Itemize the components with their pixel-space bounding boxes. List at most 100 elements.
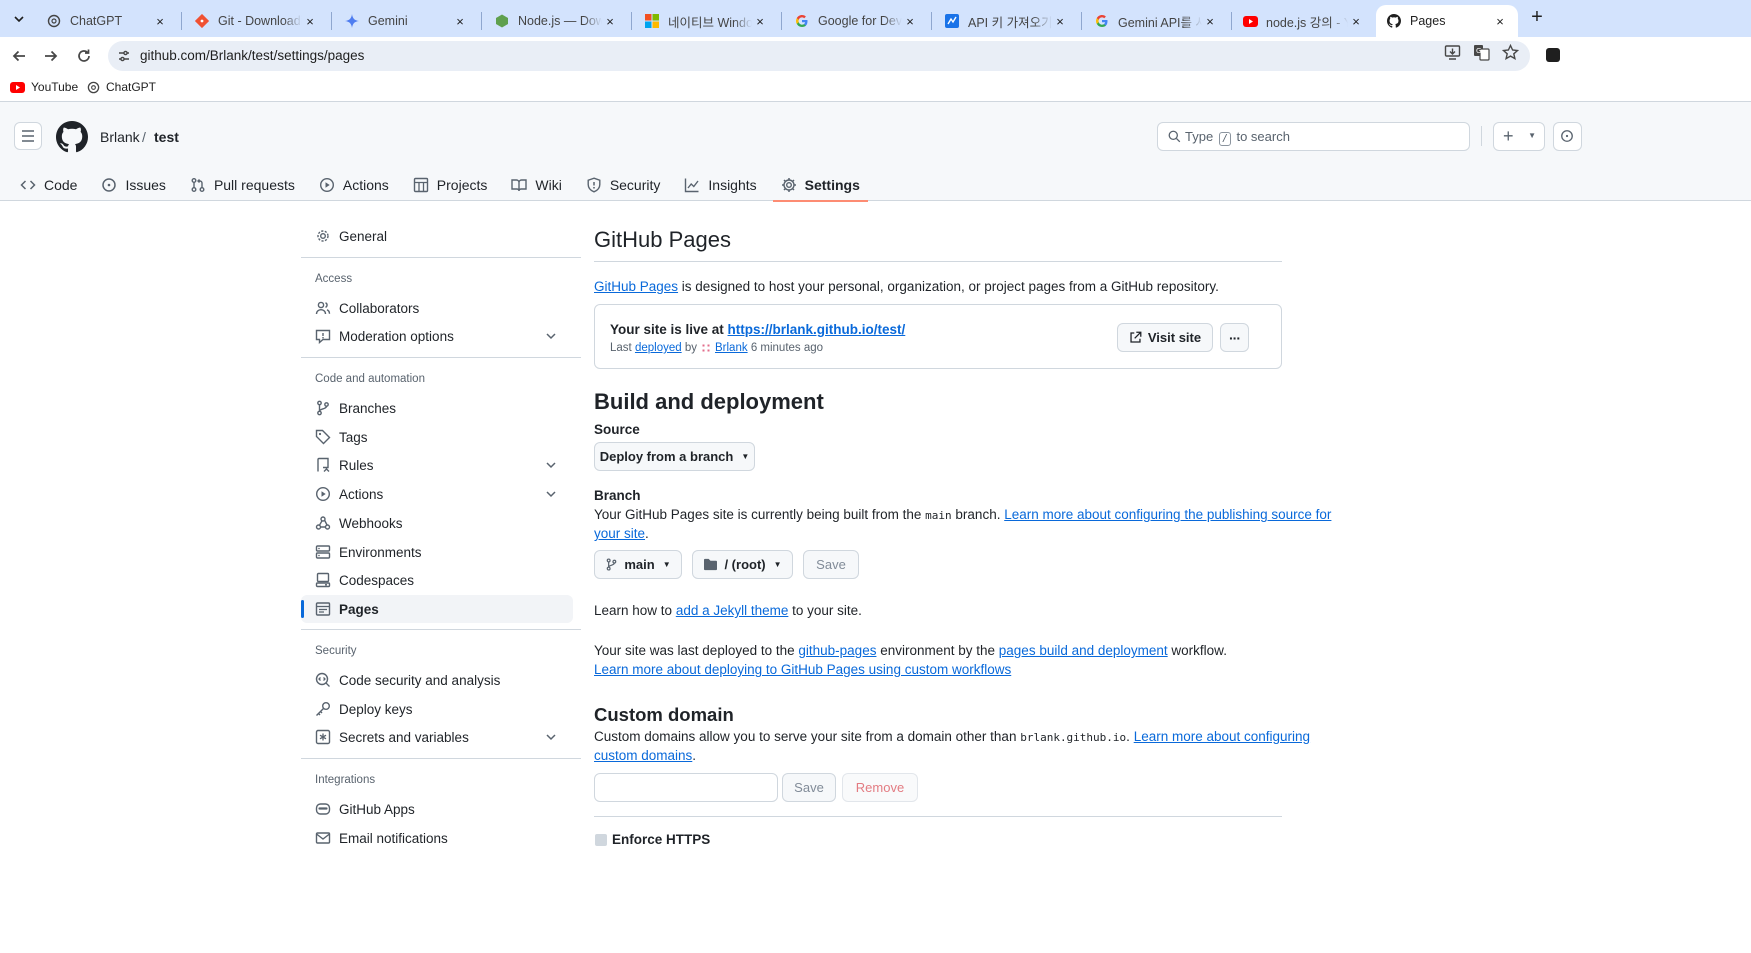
sidebar-item-moderation[interactable]: Moderation options bbox=[301, 322, 573, 350]
repo-tab-code[interactable]: Code bbox=[12, 169, 85, 201]
play-icon bbox=[315, 486, 331, 502]
publishing-source-link-cont[interactable]: your site bbox=[594, 526, 645, 541]
sidebar-item-secrets[interactable]: Secrets and variables bbox=[301, 723, 573, 751]
close-icon[interactable]: × bbox=[452, 14, 468, 29]
browser-tab[interactable]: Gemini × bbox=[334, 5, 478, 37]
jekyll-theme-link[interactable]: add a Jekyll theme bbox=[676, 603, 789, 618]
extension-icon[interactable] bbox=[1546, 48, 1560, 62]
custom-domain-save-button[interactable]: Save bbox=[782, 773, 836, 802]
close-icon[interactable]: × bbox=[1202, 14, 1218, 29]
search-input[interactable]: Type / to search bbox=[1157, 122, 1470, 151]
arrow-left-icon bbox=[12, 50, 25, 62]
source-select[interactable]: Deploy from a branch ▼ bbox=[594, 442, 755, 471]
sidebar-item-actions[interactable]: Actions bbox=[301, 480, 573, 508]
table-icon bbox=[413, 177, 428, 193]
close-icon[interactable]: × bbox=[902, 14, 918, 29]
site-url-link[interactable]: https://brlank.github.io/test/ bbox=[728, 322, 906, 337]
close-icon[interactable]: × bbox=[1348, 14, 1364, 29]
sidebar-item-general[interactable]: General bbox=[301, 222, 573, 250]
close-icon[interactable]: × bbox=[302, 14, 318, 29]
repo-tab-issues[interactable]: Issues bbox=[93, 169, 173, 201]
sidebar-item-branches[interactable]: Branches bbox=[301, 394, 573, 422]
back-button[interactable] bbox=[8, 45, 30, 67]
bookmarks-bar: YouTube ChatGPT bbox=[0, 75, 1751, 102]
repo-tab-pull-requests[interactable]: Pull requests bbox=[182, 169, 303, 201]
close-icon[interactable]: × bbox=[602, 14, 618, 29]
bookmark-youtube[interactable]: YouTube bbox=[10, 80, 78, 94]
tab-search-button[interactable] bbox=[8, 8, 30, 30]
sidebar-item-tags[interactable]: Tags bbox=[301, 423, 573, 451]
sidebar-item-github-apps[interactable]: GitHub Apps bbox=[301, 795, 573, 823]
create-new-button[interactable]: + ▼ bbox=[1493, 122, 1545, 151]
browser-tab-active[interactable]: Pages × bbox=[1376, 5, 1518, 37]
issues-shortcut-button[interactable] bbox=[1553, 122, 1582, 151]
enforce-https-checkbox[interactable] bbox=[595, 834, 607, 846]
breadcrumb-repo[interactable]: test bbox=[154, 129, 179, 145]
folder-select[interactable]: / (root) ▼ bbox=[692, 550, 793, 579]
custom-workflows-link[interactable]: Learn more about deploying to GitHub Pag… bbox=[594, 662, 1011, 677]
reload-button[interactable] bbox=[73, 45, 95, 67]
more-options-button[interactable]: ··· bbox=[1220, 323, 1249, 352]
repo-tab-security[interactable]: Security bbox=[578, 169, 669, 201]
custom-domain-input[interactable] bbox=[594, 773, 778, 802]
sidebar-group-access: Access bbox=[315, 273, 353, 285]
sidebar-item-rules[interactable]: Rules bbox=[301, 451, 573, 479]
address-bar[interactable]: github.com/Brlank/test/settings/pages bbox=[108, 41, 1530, 71]
publishing-source-link[interactable]: Learn more about configuring the publish… bbox=[1004, 507, 1331, 522]
repo-tab-wiki[interactable]: Wiki bbox=[503, 169, 569, 201]
branch-select[interactable]: main ▼ bbox=[594, 550, 682, 579]
browser-tab[interactable]: Google for Developers × bbox=[784, 5, 928, 37]
last-deployed-info: Last deployed by Brlank 6 minutes ago bbox=[610, 342, 823, 354]
breadcrumb-owner[interactable]: Brlank bbox=[100, 129, 140, 145]
close-icon[interactable]: × bbox=[752, 14, 768, 29]
sidebar-item-deploy-keys[interactable]: Deploy keys bbox=[301, 695, 573, 723]
repo-tab-settings[interactable]: Settings bbox=[772, 169, 869, 202]
sidebar-item-codespaces[interactable]: Codespaces bbox=[301, 566, 573, 594]
site-info-icon[interactable] bbox=[116, 48, 132, 64]
git-branch-icon bbox=[317, 400, 329, 416]
github-pages-env-link[interactable]: github-pages bbox=[798, 643, 876, 658]
sidebar-item-environments[interactable]: Environments bbox=[301, 538, 573, 566]
gear-icon bbox=[781, 178, 796, 192]
bookmark-star-icon[interactable] bbox=[1501, 43, 1519, 62]
sidebar-item-pages[interactable]: Pages bbox=[301, 595, 573, 623]
tab-separator bbox=[331, 12, 332, 30]
new-tab-button[interactable]: + bbox=[1527, 7, 1547, 28]
custom-domain-link[interactable]: Learn more about configuring bbox=[1134, 729, 1310, 744]
browser-tab[interactable]: Git - Downloading × bbox=[184, 5, 328, 37]
chevron-down-icon bbox=[14, 16, 24, 22]
sidebar-item-code-security[interactable]: Code security and analysis bbox=[301, 666, 573, 694]
bookmark-chatgpt[interactable]: ChatGPT bbox=[87, 80, 156, 94]
translate-icon[interactable]: G bbox=[1472, 44, 1490, 62]
repo-tab-projects[interactable]: Projects bbox=[405, 169, 496, 201]
forward-button[interactable] bbox=[40, 45, 62, 67]
custom-domain-link-cont[interactable]: custom domains bbox=[594, 748, 692, 763]
workflow-link[interactable]: pages build and deployment bbox=[999, 643, 1168, 658]
close-icon[interactable]: × bbox=[152, 14, 168, 29]
sidebar-item-email-notifications[interactable]: Email notifications bbox=[301, 824, 573, 852]
browser-tab[interactable]: node.js 강의 - YouTube × bbox=[1232, 5, 1374, 37]
github-logo-icon[interactable] bbox=[56, 121, 88, 153]
github-pages-link[interactable]: GitHub Pages bbox=[594, 279, 678, 294]
sidebar-item-label: General bbox=[339, 228, 388, 244]
browser-tab[interactable]: Gemini API를 사용 × bbox=[1084, 5, 1228, 37]
browser-tab[interactable]: 네이티브 Windows × bbox=[634, 5, 778, 37]
browser-tab[interactable]: API 키 가져오기 × bbox=[934, 5, 1078, 37]
browser-tab[interactable]: Node.js — Download × bbox=[484, 5, 628, 37]
repo-tab-actions[interactable]: Actions bbox=[311, 169, 397, 201]
branch-save-button[interactable]: Save bbox=[803, 550, 859, 579]
deployed-link[interactable]: deployed bbox=[635, 342, 682, 354]
global-nav-menu-button[interactable] bbox=[14, 122, 42, 150]
close-icon[interactable]: × bbox=[1052, 14, 1068, 29]
hubot-icon bbox=[315, 803, 331, 815]
user-link[interactable]: Brlank bbox=[715, 342, 748, 354]
visit-site-button[interactable]: Visit site bbox=[1117, 323, 1213, 352]
book-icon bbox=[511, 179, 528, 192]
close-icon[interactable]: × bbox=[1492, 14, 1508, 29]
browser-tab[interactable]: ChatGPT × bbox=[36, 5, 178, 37]
custom-domain-remove-button[interactable]: Remove bbox=[842, 773, 918, 802]
repo-tab-insights[interactable]: Insights bbox=[676, 169, 764, 201]
sidebar-item-webhooks[interactable]: Webhooks bbox=[301, 509, 573, 537]
sidebar-item-collaborators[interactable]: Collaborators bbox=[301, 294, 573, 322]
install-app-icon[interactable] bbox=[1443, 44, 1461, 62]
